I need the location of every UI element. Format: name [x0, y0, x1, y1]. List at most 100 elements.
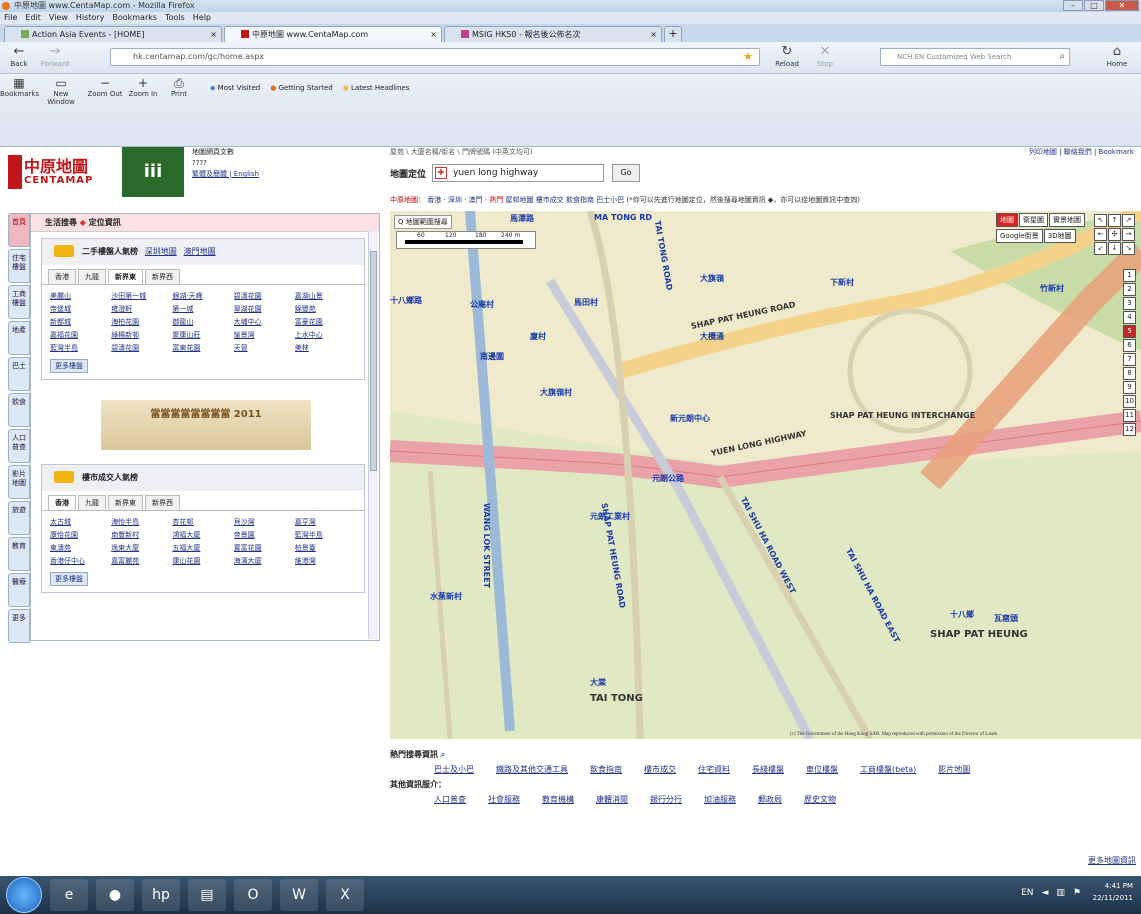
- side-tab-census[interactable]: 人口普查: [8, 429, 30, 463]
- shenzhen-map-link[interactable]: 深圳地圖: [145, 247, 177, 256]
- zoom-level-5[interactable]: 5: [1123, 325, 1136, 338]
- zoom-level-3[interactable]: 3: [1123, 297, 1136, 310]
- zoom-out-button[interactable]: − Zoom Out: [86, 76, 124, 98]
- minimize-button[interactable]: –: [1063, 0, 1083, 11]
- zoom-level-12[interactable]: 12: [1123, 423, 1136, 436]
- estate-link[interactable]: 藍灣半島: [295, 530, 356, 540]
- estate-link[interactable]: 銀湖·天峰: [172, 291, 233, 301]
- estate-link[interactable]: 杏花邨: [172, 517, 233, 527]
- estate-link[interactable]: 嘉福花園: [50, 330, 111, 340]
- estate-link[interactable]: 第一城: [172, 304, 233, 314]
- link-hong-kong[interactable]: 香港: [427, 196, 441, 204]
- url-bar[interactable]: hk.centamap.com/gc/home.aspx ★: [110, 48, 760, 66]
- side-tab-education[interactable]: 教育: [8, 537, 30, 571]
- pan-sw-icon[interactable]: ↙: [1094, 242, 1107, 255]
- pan-ne-icon[interactable]: ↗: [1122, 214, 1135, 227]
- new-window-button[interactable]: ▭ New Window: [42, 76, 80, 106]
- side-tab-bus[interactable]: 巴士: [8, 357, 30, 391]
- footer-link[interactable]: 巴士及小巴: [434, 764, 474, 775]
- footer-link[interactable]: 銀行分行: [650, 794, 682, 805]
- tab-msig[interactable]: MSIG HK50 - 報名後公佈名次 ×: [444, 26, 662, 42]
- map-type-map[interactable]: 地圖: [996, 213, 1018, 227]
- firefox-taskbar-icon[interactable]: ●: [96, 879, 134, 911]
- menu-file[interactable]: File: [4, 12, 17, 24]
- maximize-button[interactable]: □: [1084, 0, 1104, 11]
- panel-subtitle[interactable]: 定位資訊: [89, 218, 121, 227]
- estate-link[interactable]: 太古城: [50, 517, 111, 527]
- language-indicator[interactable]: EN: [1021, 888, 1033, 898]
- zoom-level-6[interactable]: 6: [1123, 339, 1136, 352]
- hp-icon[interactable]: hp: [142, 879, 180, 911]
- home-button[interactable]: ⌂ Home: [1100, 44, 1134, 68]
- estate-link[interactable]: 帝堡城: [50, 304, 111, 314]
- estate-link[interactable]: 藍灣半島: [50, 343, 111, 353]
- estate-link[interactable]: 大埔中心: [234, 317, 295, 327]
- more-estates-button[interactable]: 更多樓盤: [50, 359, 88, 373]
- map-canvas[interactable]: Q 地圖範圍搜尋 60 120 180 240 m 地圖 衛星圖 實景地圖 Goog…: [390, 211, 1141, 739]
- menu-edit[interactable]: Edit: [25, 12, 41, 24]
- zoom-level-4[interactable]: 4: [1123, 311, 1136, 324]
- zoom-level-2[interactable]: 2: [1123, 283, 1136, 296]
- estate-link[interactable]: 御龍山: [172, 317, 233, 327]
- tab-nt-east[interactable]: 新界東: [108, 495, 143, 510]
- close-tab-icon[interactable]: ×: [430, 27, 437, 42]
- estate-link[interactable]: 綠楊新邨: [111, 330, 172, 340]
- new-tab-button[interactable]: +: [664, 26, 682, 42]
- estate-link[interactable]: 鴻福大廈: [172, 530, 233, 540]
- menu-help[interactable]: Help: [193, 12, 211, 24]
- centamap-logo[interactable]: 中原地圖 CENTAMAP: [8, 153, 128, 191]
- tab-kowloon[interactable]: 九龍: [78, 495, 106, 510]
- estate-link[interactable]: 愉景灣: [234, 330, 295, 340]
- location-input[interactable]: ✚ yuen long highway: [432, 164, 604, 182]
- menu-history[interactable]: History: [76, 12, 104, 24]
- panel-scrollbar[interactable]: [368, 231, 378, 639]
- estate-link[interactable]: 錦豐苑: [295, 304, 356, 314]
- side-tab-more[interactable]: 更多: [8, 609, 30, 643]
- estate-link[interactable]: 逸東大廈: [111, 543, 172, 553]
- ie-icon[interactable]: e: [50, 879, 88, 911]
- tab-kowloon[interactable]: 九龍: [78, 269, 106, 284]
- link-transactions[interactable]: 樓市成交: [536, 196, 564, 204]
- estate-link[interactable]: 沙田第一城: [111, 291, 172, 301]
- footer-link[interactable]: 人口普查: [434, 794, 466, 805]
- footer-link[interactable]: 郵政局: [758, 794, 782, 805]
- scrollbar-thumb[interactable]: [370, 251, 377, 471]
- side-tab-commercial[interactable]: 工商樓盤: [8, 285, 30, 319]
- footer-link[interactable]: 鐵路及其他交通工具: [496, 764, 568, 775]
- estate-link[interactable]: 南豐新村: [111, 530, 172, 540]
- estate-link[interactable]: 美林: [295, 343, 356, 353]
- go-button[interactable]: Go: [612, 164, 640, 182]
- back-button[interactable]: ← Back: [2, 44, 36, 68]
- side-tab-video-map[interactable]: 影片地圖: [8, 465, 30, 499]
- estate-link[interactable]: 海柏花園: [111, 317, 172, 327]
- map-type-3d[interactable]: 3D地圖: [1043, 229, 1076, 243]
- bookmarks-button[interactable]: ▦ Bookmarks: [0, 76, 39, 98]
- close-tab-icon[interactable]: ×: [650, 27, 657, 42]
- map-area-search-button[interactable]: Q 地圖範圍搜尋: [394, 215, 452, 229]
- clock[interactable]: 4:41 PM 22/11/2011: [1093, 880, 1133, 904]
- estate-link[interactable]: 上水中心: [295, 330, 356, 340]
- excel-icon[interactable]: X: [326, 879, 364, 911]
- estate-link[interactable]: 嘉亨灣: [295, 517, 356, 527]
- close-window-button[interactable]: ✕: [1105, 0, 1139, 11]
- zoom-level-10[interactable]: 10: [1123, 395, 1136, 408]
- footer-link[interactable]: 飲食指南: [590, 764, 622, 775]
- tab-nt-east[interactable]: 新界東: [108, 269, 143, 284]
- estate-link[interactable]: 五福大廈: [172, 543, 233, 553]
- estate-link[interactable]: 富東花園: [172, 343, 233, 353]
- print-button[interactable]: ⎙ Print: [160, 76, 198, 98]
- estate-link[interactable]: 新都城: [50, 317, 111, 327]
- estate-link[interactable]: 貝沙灣: [234, 517, 295, 527]
- pan-down-icon[interactable]: ↓: [1108, 242, 1121, 255]
- estate-link[interactable]: 聚康山莊: [172, 330, 233, 340]
- estate-link[interactable]: 翠湖花園: [234, 304, 295, 314]
- estate-link[interactable]: 維港灣: [295, 556, 356, 566]
- macau-map-link[interactable]: 澳門地圖: [184, 247, 216, 256]
- tab-nt-west[interactable]: 新界西: [145, 495, 180, 510]
- side-tab-home[interactable]: 首頁: [8, 213, 30, 247]
- tab-action-asia[interactable]: Action Asia Events - [HOME] ×: [4, 26, 222, 42]
- start-button[interactable]: [6, 877, 42, 913]
- estate-link[interactable]: 碧濤花園: [234, 291, 295, 301]
- pan-center-icon[interactable]: ✣: [1108, 228, 1121, 241]
- zoom-level-1[interactable]: 1: [1123, 269, 1136, 282]
